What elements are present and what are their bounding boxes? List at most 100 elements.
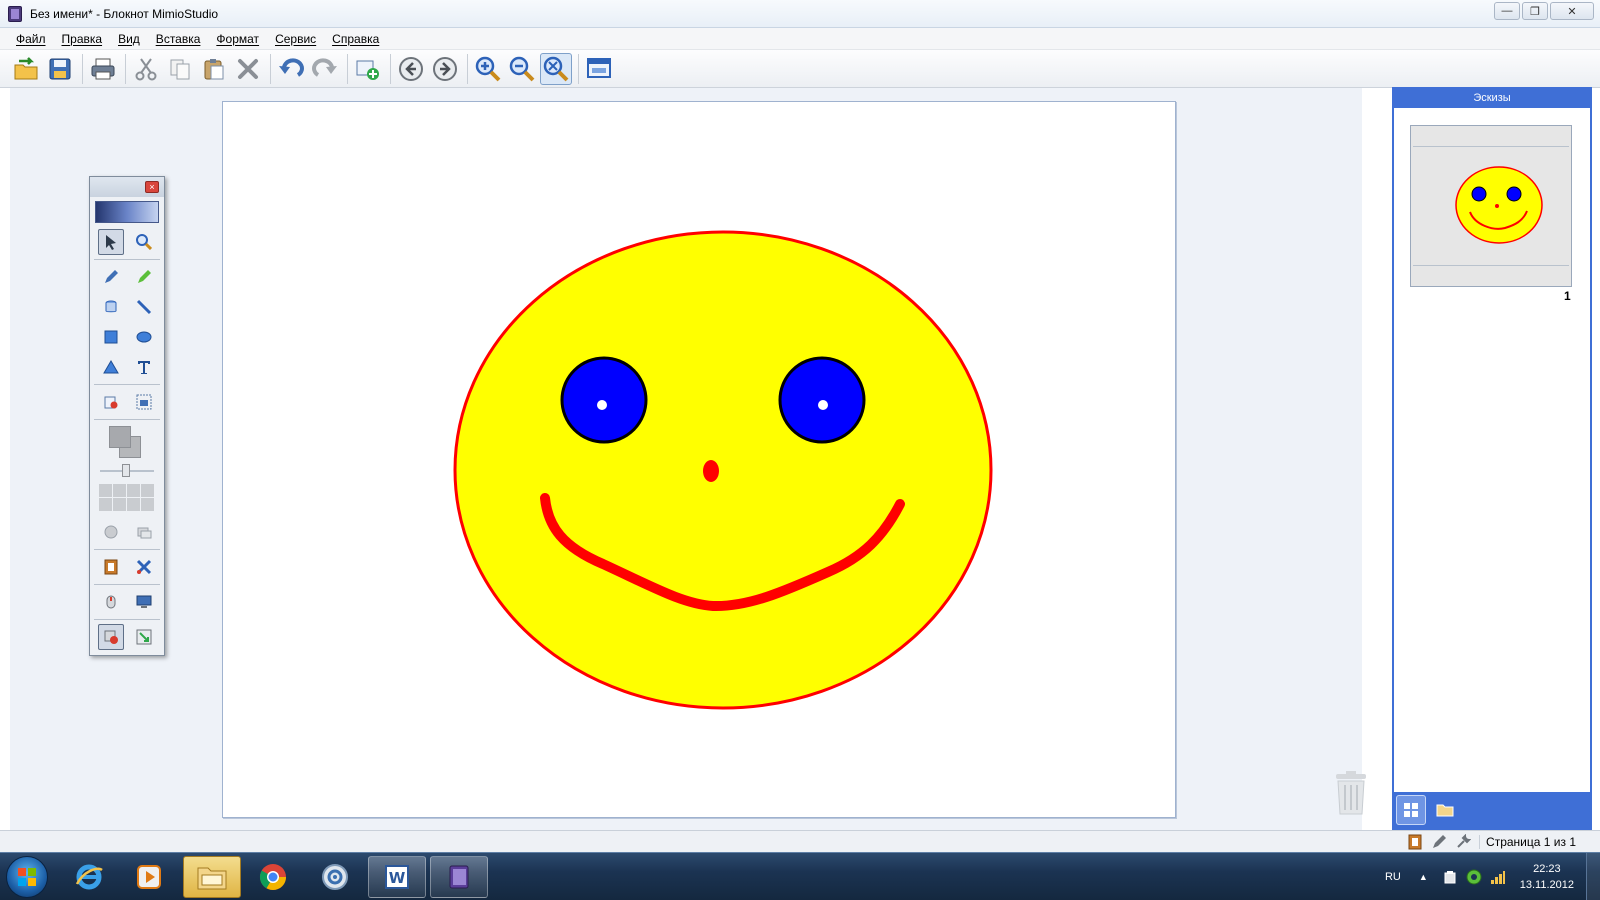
zoom-in-button[interactable] xyxy=(472,53,504,85)
nose[interactable] xyxy=(703,460,719,482)
menu-file[interactable]: Файл xyxy=(8,32,54,46)
system-tray: RU ▲ 22:23 13.11.2012 xyxy=(1385,853,1600,900)
right-eye[interactable] xyxy=(778,356,866,444)
thumbnails-panel: Эскизы 1 xyxy=(1392,87,1592,830)
menu-help[interactable]: Справка xyxy=(324,32,387,46)
line-tool-button[interactable] xyxy=(131,294,157,320)
arrow-pointer-icon xyxy=(105,235,116,250)
interactive-mode-button[interactable] xyxy=(97,624,124,650)
next-page-button[interactable] xyxy=(429,53,461,85)
start-button[interactable] xyxy=(6,856,48,898)
mimio-app-icon xyxy=(8,5,22,22)
paste-button[interactable] xyxy=(198,53,230,85)
menu-edit[interactable]: Правка xyxy=(54,32,111,46)
capture-icon xyxy=(136,629,151,645)
page-thumbnail[interactable] xyxy=(1410,125,1572,287)
rectangle-tool-button[interactable] xyxy=(98,324,124,350)
triangle-icon xyxy=(102,360,119,374)
line-width-slider[interactable] xyxy=(100,462,154,478)
capture-mode-button[interactable] xyxy=(131,624,157,650)
palette-separator xyxy=(94,584,160,585)
palette-separator xyxy=(94,259,160,260)
add-page-button[interactable] xyxy=(352,53,384,85)
color-swatches[interactable] xyxy=(107,424,147,460)
gallery-status-icon[interactable] xyxy=(1407,834,1423,850)
clock-date: 13.11.2012 xyxy=(1519,879,1574,891)
taskbar-word[interactable]: W xyxy=(368,856,426,898)
smiley-face-circle[interactable] xyxy=(453,230,993,710)
grid-icon xyxy=(1404,803,1418,817)
magnifier-icon xyxy=(135,234,152,250)
maximize-button[interactable]: ❐ xyxy=(1522,2,1548,20)
taskbar-chrome[interactable] xyxy=(244,856,302,898)
zoom-fit-button[interactable] xyxy=(540,52,572,85)
taskbar-internet-explorer[interactable] xyxy=(60,856,118,898)
left-eye[interactable] xyxy=(560,356,648,444)
menu-insert[interactable]: Вставка xyxy=(148,32,209,46)
palette-close-button[interactable]: × xyxy=(145,181,159,193)
undo-button[interactable] xyxy=(275,53,307,85)
print-button[interactable] xyxy=(87,53,119,85)
palette-header[interactable]: × xyxy=(90,177,164,197)
minimize-button[interactable]: — xyxy=(1494,2,1520,20)
menu-format[interactable]: Формат xyxy=(208,32,267,46)
screen-capture-button[interactable] xyxy=(583,53,615,85)
shape-tool-button[interactable] xyxy=(98,354,124,380)
antivirus-icon[interactable] xyxy=(1466,869,1482,885)
show-hidden-icons[interactable]: ▲ xyxy=(1419,872,1428,882)
language-indicator[interactable]: RU xyxy=(1385,871,1401,883)
desktop-mode-button[interactable] xyxy=(131,589,157,615)
mouse-mode-button[interactable] xyxy=(98,589,124,615)
redo-button[interactable] xyxy=(309,53,341,85)
copy-button[interactable] xyxy=(164,53,196,85)
line-color-swatch[interactable] xyxy=(109,426,131,448)
menu-view[interactable]: Вид xyxy=(110,32,148,46)
wrench-status-icon[interactable] xyxy=(1455,834,1472,850)
pen-tool-button[interactable] xyxy=(98,264,124,290)
slider-thumb[interactable] xyxy=(122,464,130,477)
close-button[interactable]: ✕ xyxy=(1550,2,1594,20)
fill-tool-button[interactable] xyxy=(98,294,124,320)
tools-button[interactable] xyxy=(131,554,157,580)
insert-file-button[interactable] xyxy=(98,389,124,415)
show-desktop-button[interactable] xyxy=(1586,853,1600,900)
gallery-view-button[interactable] xyxy=(1430,795,1460,825)
previous-page-button[interactable] xyxy=(395,53,427,85)
toolbar-separator xyxy=(578,53,579,84)
gallery-button[interactable] xyxy=(98,554,124,580)
thumbnails-view-button[interactable] xyxy=(1396,795,1426,825)
transparency-grid[interactable] xyxy=(99,484,155,511)
reveal-button[interactable] xyxy=(98,519,124,545)
screen-icon xyxy=(587,57,611,78)
thumbnails-title: Эскизы xyxy=(1394,89,1590,108)
tools-palette[interactable]: × xyxy=(89,176,165,656)
trash-icon xyxy=(1336,771,1366,815)
zoom-out-button[interactable] xyxy=(506,53,538,85)
cut-button[interactable] xyxy=(130,53,162,85)
text-icon xyxy=(137,361,150,374)
taskbar-explorer[interactable] xyxy=(183,856,241,898)
screen-clipping-button[interactable] xyxy=(131,389,157,415)
taskbar-disc-app[interactable] xyxy=(306,856,364,898)
taskbar-mimio-notebook[interactable] xyxy=(430,856,488,898)
menu-tools[interactable]: Сервис xyxy=(267,32,324,46)
taskbar-media-player[interactable] xyxy=(120,856,178,898)
zoom-tool-button[interactable] xyxy=(131,229,157,255)
delete-button[interactable] xyxy=(232,53,264,85)
select-tool-button[interactable] xyxy=(97,229,124,255)
spotlight-button[interactable] xyxy=(131,519,157,545)
network-signal-icon[interactable] xyxy=(1490,869,1506,885)
notebook-page-canvas[interactable] xyxy=(222,101,1176,818)
ellipse-tool-button[interactable] xyxy=(131,324,157,350)
pen-status-icon[interactable] xyxy=(1431,834,1447,850)
highlighter-icon xyxy=(137,270,151,283)
trash-can[interactable] xyxy=(1332,770,1370,816)
clock[interactable]: 22:23 13.11.2012 xyxy=(1520,861,1574,893)
usb-device-icon[interactable] xyxy=(1442,869,1458,885)
mouse-icon xyxy=(106,595,115,609)
highlighter-tool-button[interactable] xyxy=(131,264,157,290)
open-button[interactable] xyxy=(10,53,42,85)
save-button[interactable] xyxy=(44,53,76,85)
text-tool-button[interactable] xyxy=(131,354,157,380)
mimio-pen-banner xyxy=(95,201,159,223)
